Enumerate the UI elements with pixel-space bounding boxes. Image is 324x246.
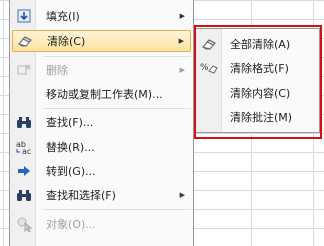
menu-item-move-copy-sheet[interactable]: 移动或复制工作表(M)...	[12, 83, 191, 105]
menu-item-label: 替换(R)...	[46, 141, 95, 154]
goto-arrow-icon	[13, 162, 35, 180]
clear-submenu: 全部清除(A) % 清除格式(F) 清除内容(C) 清除批注(M)	[194, 28, 320, 133]
menu-item-label: 对象(O)...	[46, 218, 96, 231]
menu-item-label: 清除(C)	[47, 35, 86, 48]
submenu-item-clear-contents[interactable]: 清除内容(C)	[197, 82, 317, 104]
svg-text:ac: ac	[22, 147, 31, 155]
edit-context-menu: 填充(I) ▶ 清除(C) ▶ 删除 ▶ 移动或复制工作表(M)... 查找(F…	[9, 0, 194, 246]
menu-item-find[interactable]: 查找(F)...	[12, 111, 191, 133]
select-objects-icon	[13, 215, 35, 233]
delete-cells-icon	[13, 61, 35, 79]
submenu-item-clear-all[interactable]: 全部清除(A)	[197, 33, 317, 55]
binoculars-icon	[13, 113, 35, 131]
menu-separator	[43, 56, 191, 57]
replace-icon: ab ac	[13, 138, 35, 156]
menu-item-fill[interactable]: 填充(I) ▶	[12, 5, 191, 27]
menu-item-delete[interactable]: 删除 ▶	[12, 59, 191, 81]
submenu-arrow-icon: ▶	[179, 66, 185, 74]
menu-item-find-select[interactable]: 查找和选择(F) ▶	[12, 184, 191, 206]
submenu-item-label: 清除批注(M)	[230, 111, 293, 124]
menu-item-replace[interactable]: ab ac 替换(R)...	[12, 136, 191, 158]
menu-item-label: 移动或复制工作表(M)...	[46, 88, 163, 101]
submenu-item-clear-formats[interactable]: % 清除格式(F)	[197, 57, 317, 79]
menu-item-clear[interactable]: 清除(C) ▶	[12, 30, 191, 52]
clear-format-icon: %	[198, 59, 220, 77]
menu-item-label: 删除	[46, 64, 68, 77]
eraser-icon	[198, 35, 220, 53]
menu-separator	[43, 108, 191, 109]
menu-item-objects[interactable]: 对象(O)...	[12, 213, 191, 235]
menu-item-label: 填充(I)	[46, 10, 80, 23]
submenu-arrow-icon: ▶	[179, 191, 185, 199]
fill-down-icon	[13, 7, 35, 25]
menu-item-goto[interactable]: 转到(G)...	[12, 160, 191, 182]
menu-separator	[43, 209, 191, 210]
eraser-icon	[14, 32, 36, 50]
menu-item-label: 转到(G)...	[46, 165, 96, 178]
submenu-item-label: 全部清除(A)	[230, 38, 291, 51]
submenu-item-label: 清除格式(F)	[230, 62, 289, 75]
submenu-item-label: 清除内容(C)	[230, 87, 291, 100]
submenu-arrow-icon: ▶	[178, 37, 184, 45]
submenu-arrow-icon: ▶	[179, 12, 185, 20]
menu-item-label: 查找(F)...	[46, 116, 94, 129]
menu-item-label: 查找和选择(F)	[46, 189, 116, 202]
binoculars-icon	[13, 186, 35, 204]
submenu-item-clear-comments[interactable]: 清除批注(M)	[197, 106, 317, 128]
svg-text:%: %	[200, 63, 209, 73]
